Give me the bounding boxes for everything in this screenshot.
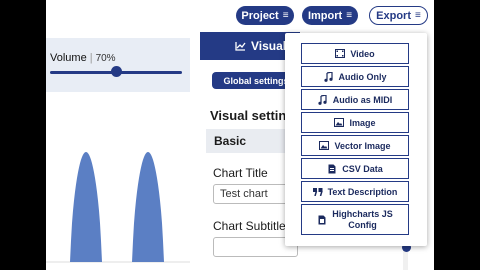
volume-label-group: Volume | 70% — [50, 52, 116, 64]
file-code-icon — [317, 215, 327, 225]
film-icon — [335, 49, 346, 59]
basic-section-header[interactable]: Basic — [206, 129, 296, 153]
import-menu-button[interactable]: Import ≡ — [302, 6, 358, 25]
volume-label: Volume — [50, 52, 87, 64]
export-video-label: Video — [350, 48, 375, 59]
vector-image-icon — [319, 141, 330, 151]
quote-icon — [312, 187, 323, 197]
volume-value: 70% — [95, 53, 116, 64]
export-midi-button[interactable]: Audio as MIDI — [301, 89, 409, 110]
chart-title-label: Chart Title — [213, 166, 268, 180]
export-label: Export — [376, 9, 411, 22]
export-image-button[interactable]: Image — [301, 112, 409, 133]
export-highcharts-config-label: Highcharts JS Config — [332, 208, 393, 230]
chart-preview — [46, 152, 190, 263]
menu-icon: ≡ — [415, 10, 421, 21]
menu-icon: ≡ — [282, 10, 289, 21]
export-csv-label: CSV Data — [342, 163, 383, 174]
file-csv-icon — [327, 164, 337, 174]
export-csv-button[interactable]: CSV Data — [301, 158, 409, 179]
export-audio-only-label: Audio Only — [338, 71, 387, 82]
letterbox-left — [0, 0, 46, 270]
music-note-icon — [324, 71, 334, 82]
tab-visual-label: Visual — [251, 39, 287, 53]
chart-title-value: Test chart — [220, 188, 268, 200]
menu-icon: ≡ — [346, 10, 353, 21]
export-text-description-label: Text Description — [327, 186, 398, 197]
export-audio-only-button[interactable]: Audio Only — [301, 66, 409, 87]
export-text-description-button[interactable]: Text Description — [301, 181, 409, 202]
export-dropdown-menu: Video Audio Only Audio as MIDI Image Vec… — [285, 33, 427, 246]
volume-slider-thumb[interactable] — [110, 66, 122, 77]
global-settings-label: Global settings — [223, 75, 289, 86]
music-notes-icon — [318, 94, 328, 105]
audio-controls-panel: Volume | 70% — [46, 38, 190, 92]
volume-separator: | — [89, 52, 93, 64]
chart-waveform — [46, 152, 190, 262]
import-label: Import — [307, 9, 343, 22]
top-toolbar: Project ≡ Import ≡ Export ≡ — [46, 0, 434, 32]
export-vector-image-label: Vector Image — [334, 140, 391, 151]
image-icon — [334, 118, 345, 128]
export-vector-image-button[interactable]: Vector Image — [301, 135, 409, 156]
chart-line-icon — [235, 42, 246, 51]
export-video-button[interactable]: Video — [301, 43, 409, 64]
basic-section-label: Basic — [214, 134, 247, 148]
export-highcharts-config-button[interactable]: Highcharts JS Config — [301, 204, 409, 235]
project-label: Project — [241, 9, 279, 22]
chart-subtitle-label: Chart Subtitle — [213, 219, 286, 233]
export-image-label: Image — [349, 117, 376, 128]
export-midi-label: Audio as MIDI — [332, 94, 393, 105]
letterbox-right — [434, 0, 480, 270]
project-menu-button[interactable]: Project ≡ — [236, 6, 294, 25]
export-menu-button[interactable]: Export ≡ — [369, 6, 428, 25]
